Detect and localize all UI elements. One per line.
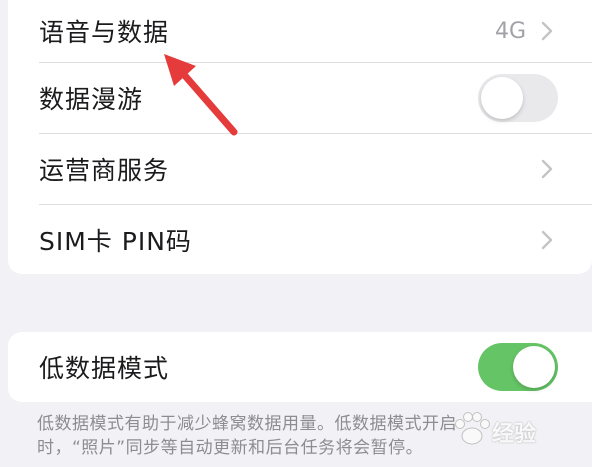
chevron-right-icon	[541, 21, 553, 41]
data-roaming-toggle[interactable]	[478, 74, 558, 122]
low-data-mode-toggle[interactable]	[478, 343, 558, 391]
voice-and-data-label: 语音与数据	[39, 18, 170, 47]
low-data-mode-label: 低数据模式	[39, 354, 170, 383]
low-data-mode-row: 低数据模式	[8, 332, 592, 402]
sim-pin-row[interactable]: SIM卡 PIN码	[8, 205, 592, 274]
low-data-mode-group: 低数据模式	[8, 332, 592, 402]
toggle-knob	[513, 346, 555, 388]
voice-and-data-row[interactable]: 语音与数据 4G	[8, 0, 592, 62]
sim-pin-label: SIM卡 PIN码	[39, 226, 192, 256]
watermark-text: 经验	[492, 422, 537, 447]
toggle-knob	[481, 77, 523, 119]
carrier-services-row[interactable]: 运营商服务	[8, 134, 592, 204]
data-roaming-label: 数据漫游	[39, 85, 144, 114]
paw-logo-icon	[455, 412, 490, 445]
cellular-settings-group: 语音与数据 4G 数据漫游 运营商服务 SIM卡 PIN码	[8, 0, 592, 274]
chevron-right-icon	[541, 230, 553, 249]
watermark: 经验	[448, 402, 588, 462]
annotation-arrow-icon	[164, 54, 238, 136]
chevron-right-icon	[541, 159, 553, 179]
data-roaming-row: 数据漫游	[8, 63, 592, 133]
carrier-services-label: 运营商服务	[39, 156, 170, 185]
voice-and-data-value: 4G	[494, 18, 526, 44]
